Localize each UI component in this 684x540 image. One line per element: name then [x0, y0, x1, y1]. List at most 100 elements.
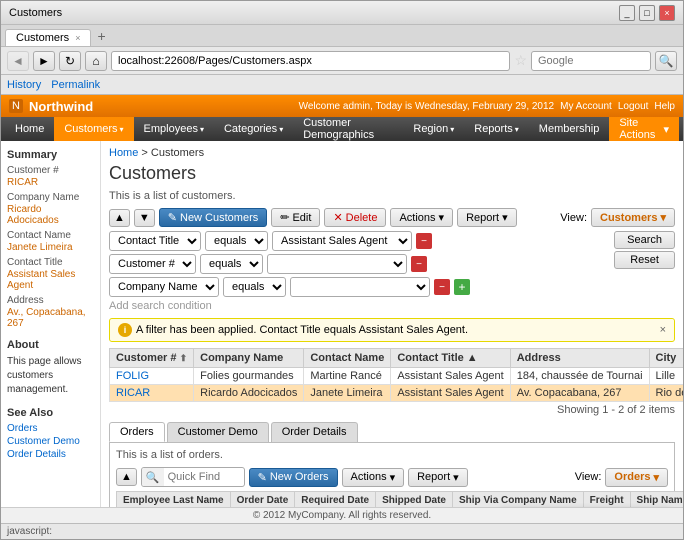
filter-remove-3[interactable]: − — [434, 279, 450, 295]
col-address[interactable]: Address — [510, 349, 649, 368]
col-contact[interactable]: Contact Name — [304, 349, 391, 368]
customer-id-link[interactable]: RICAR — [116, 387, 150, 399]
col-customer-id[interactable]: Customer # ⬆ — [110, 349, 194, 368]
sidebar-value-customer[interactable]: RICAR — [7, 177, 94, 188]
cell-company: Ricardo Adocicados — [194, 385, 304, 402]
search-button[interactable]: Search — [614, 231, 675, 249]
nav-membership[interactable]: Membership — [529, 117, 610, 141]
sidebar-value-contact[interactable]: Janete Limeira — [7, 242, 94, 253]
browser-search-input[interactable] — [531, 51, 651, 71]
sidebar-see-also: See Also Orders Customer Demo Order Deta… — [7, 407, 94, 460]
orders-report-arrow: ▾ — [453, 471, 459, 484]
tab-customer-demo[interactable]: Customer Demo — [167, 422, 269, 442]
forward-button[interactable]: ► — [33, 51, 55, 71]
reset-button[interactable]: Reset — [614, 251, 675, 269]
quick-find-input[interactable] — [164, 471, 244, 483]
nav-customers[interactable]: Customers ▾ — [54, 117, 133, 141]
orders-view-dropdown[interactable]: Orders ▾ — [605, 468, 668, 487]
filter-field-2[interactable]: Customer # — [109, 254, 196, 274]
tab-orders[interactable]: Orders — [109, 422, 165, 442]
nav-categories[interactable]: Categories ▾ — [214, 117, 293, 141]
sidebar-label-customer: Customer # — [7, 165, 94, 176]
actions-button[interactable]: Actions ▾ — [390, 208, 453, 227]
filter-value-2[interactable] — [267, 254, 407, 274]
new-customers-button[interactable]: ✎ New Customers — [159, 208, 267, 227]
orders-sort-up[interactable]: ▲ — [116, 468, 137, 486]
col-shipped-date[interactable]: Shipped Date — [376, 492, 453, 508]
nav-reports[interactable]: Reports ▾ — [464, 117, 529, 141]
filter-add-button[interactable]: + — [454, 279, 470, 295]
sort-up-button[interactable]: ▲ — [109, 209, 130, 227]
home-button[interactable]: ⌂ — [85, 51, 107, 71]
col-company[interactable]: Company Name — [194, 349, 304, 368]
section-tabs: Orders Customer Demo Order Details — [109, 422, 675, 442]
col-employee[interactable]: Employee Last Name — [117, 492, 231, 508]
col-city[interactable]: City — [649, 349, 683, 368]
orders-report-button[interactable]: Report ▾ — [408, 468, 468, 487]
new-orders-button[interactable]: ✎ New Orders — [249, 468, 338, 487]
nav-region-label: Region — [413, 123, 448, 135]
sidebar-value-title[interactable]: Assistant Sales Agent — [7, 269, 94, 291]
filter-operator-1[interactable]: equals — [205, 231, 268, 251]
permalink-link[interactable]: Permalink — [51, 79, 100, 91]
sidebar-link-orders[interactable]: Orders — [7, 423, 94, 434]
report-button[interactable]: Report ▾ — [457, 208, 517, 227]
maximize-button[interactable]: □ — [639, 5, 655, 21]
tab-close-icon[interactable]: × — [75, 33, 80, 43]
history-link[interactable]: History — [7, 79, 41, 91]
nav-reports-arrow: ▾ — [515, 125, 519, 134]
bookmark-icon[interactable]: ☆ — [514, 52, 527, 69]
filter-field-1[interactable]: Contact Title — [109, 231, 201, 251]
col-required-date[interactable]: Required Date — [295, 492, 376, 508]
customer-id-link[interactable]: FOLIG — [116, 370, 149, 382]
filter-value-3[interactable] — [290, 277, 430, 297]
minimize-button[interactable]: _ — [619, 5, 635, 21]
filter-operator-3[interactable]: equals — [223, 277, 286, 297]
status-text: javascript: — [7, 526, 52, 537]
sidebar-link-customer-demo[interactable]: Customer Demo — [7, 436, 94, 447]
sidebar-value-company[interactable]: Ricardo Adocicados — [7, 204, 94, 226]
help-link[interactable]: Help — [654, 101, 675, 112]
filter-notice-close[interactable]: × — [660, 324, 666, 336]
view-value: Customers — [600, 212, 657, 224]
edit-button[interactable]: ✏ Edit — [271, 208, 320, 227]
add-condition-link[interactable]: Add search condition — [109, 300, 610, 312]
site-actions-button[interactable]: Site Actions ▾ — [609, 117, 679, 141]
new-tab-button[interactable]: + — [91, 26, 111, 46]
back-button[interactable]: ◄ — [7, 51, 29, 71]
col-title[interactable]: Contact Title ▲ — [391, 349, 510, 368]
breadcrumb-home[interactable]: Home — [109, 147, 138, 159]
col-ship-via[interactable]: Ship Via Company Name — [453, 492, 584, 508]
delete-button[interactable]: ✕ Delete — [324, 208, 386, 227]
sort-down-button[interactable]: ▼ — [134, 209, 155, 227]
nav-customer-demographics[interactable]: Customer Demographics — [293, 117, 403, 141]
logout-link[interactable]: Logout — [618, 101, 649, 112]
col-order-date[interactable]: Order Date — [230, 492, 295, 508]
reload-button[interactable]: ↻ — [59, 51, 81, 71]
col-freight[interactable]: Freight — [583, 492, 630, 508]
sidebar-value-address[interactable]: Av., Copacabana, 267 — [7, 307, 94, 329]
filter-value-1[interactable]: Assistant Sales Agent — [272, 231, 412, 251]
close-button[interactable]: × — [659, 5, 675, 21]
view-dropdown[interactable]: Customers ▾ — [591, 208, 675, 227]
nav-region[interactable]: Region ▾ — [403, 117, 464, 141]
list-description: This is a list of customers. — [109, 190, 675, 202]
filter-remove-1[interactable]: − — [416, 233, 432, 249]
filter-field-3[interactable]: Company Name — [109, 277, 219, 297]
orders-actions-button[interactable]: Actions ▾ — [342, 468, 405, 487]
breadcrumb: Home > Customers — [109, 147, 675, 159]
active-tab[interactable]: Customers × — [5, 29, 91, 46]
search-go-button[interactable]: 🔍 — [655, 51, 677, 71]
tab-order-details[interactable]: Order Details — [271, 422, 358, 442]
nav-categories-label: Categories — [224, 123, 277, 135]
address-bar[interactable] — [111, 51, 510, 71]
my-account-link[interactable]: My Account — [560, 101, 612, 112]
filter-operator-2[interactable]: equals — [200, 254, 263, 274]
nav-employees[interactable]: Employees ▾ — [134, 117, 214, 141]
cell-id: RICAR — [110, 385, 194, 402]
col-ship-name[interactable]: Ship Name — [630, 492, 683, 508]
new-customers-label: New Customers — [180, 212, 258, 224]
filter-remove-2[interactable]: − — [411, 256, 427, 272]
nav-home[interactable]: Home — [5, 117, 54, 141]
sidebar-link-order-details[interactable]: Order Details — [7, 449, 94, 460]
